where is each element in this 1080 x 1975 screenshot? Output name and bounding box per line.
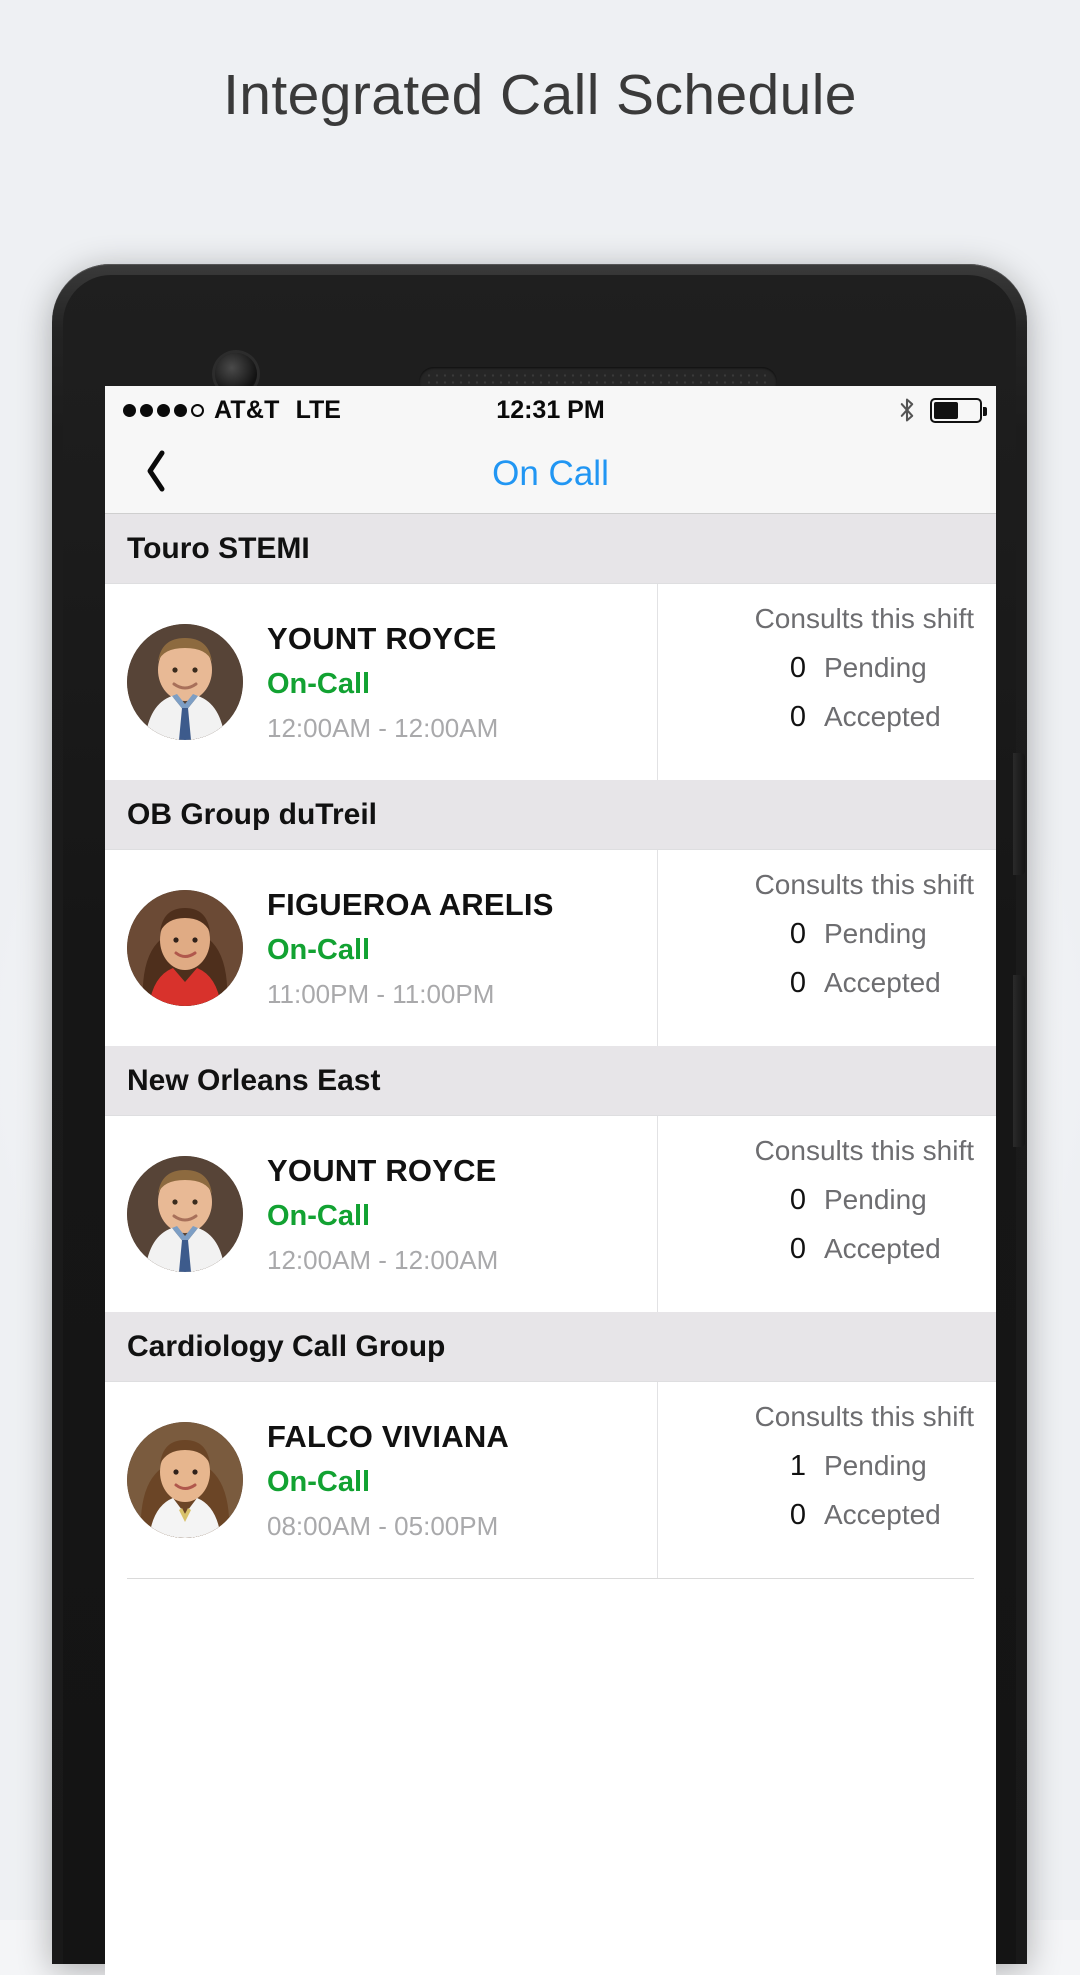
- accepted-count: 0: [789, 1232, 806, 1265]
- on-call-row[interactable]: FIGUEROA ARELIS On-Call 11:00PM - 11:00P…: [105, 850, 996, 1046]
- pending-count: 0: [789, 917, 806, 950]
- page-heading: On Call: [492, 453, 609, 493]
- list-empty-area: [105, 1579, 996, 1759]
- status-bar-right: [898, 397, 987, 423]
- consults-panel: Consults this shift 0 Pending 0 Accepted: [657, 1116, 996, 1312]
- provider-name: YOUNT ROYCE: [267, 620, 497, 656]
- shift-time: 12:00AM - 12:00AM: [267, 1245, 499, 1276]
- provider-details: YOUNT ROYCE On-Call 12:00AM - 12:00AM: [267, 1152, 498, 1277]
- accepted-stat: 0 Accepted: [658, 1233, 974, 1266]
- accepted-stat: 0 Accepted: [658, 701, 974, 734]
- pending-label: Pending: [824, 917, 927, 949]
- status-badge: On-Call: [267, 1200, 371, 1233]
- bluetooth-icon: [898, 397, 916, 423]
- shift-time: 12:00AM - 12:00AM: [267, 713, 499, 744]
- provider-name: FIGUEROA ARELIS: [267, 886, 554, 922]
- pending-count: 0: [789, 651, 806, 684]
- avatar: [127, 1422, 243, 1538]
- shift-time: 08:00AM - 05:00PM: [267, 1511, 499, 1542]
- consults-panel: Consults this shift 0 Pending 0 Accepted: [657, 850, 996, 1046]
- accepted-count: 0: [789, 1498, 806, 1531]
- provider-details: FIGUEROA ARELIS On-Call 11:00PM - 11:00P…: [267, 886, 554, 1011]
- battery-icon: [930, 397, 987, 423]
- phone-bezel: AT&T LTE 12:31 PM On Call Touro STEMI YO…: [63, 275, 1025, 1975]
- accepted-label: Accepted: [824, 700, 941, 732]
- status-bar-clock: 12:31 PM: [496, 395, 605, 424]
- provider-details: YOUNT ROYCE On-Call 12:00AM - 12:00AM: [267, 620, 498, 745]
- pending-count: 1: [789, 1449, 806, 1482]
- consults-title: Consults this shift: [754, 1135, 974, 1166]
- accepted-label: Accepted: [824, 1232, 941, 1264]
- accepted-count: 0: [789, 700, 806, 733]
- consults-title: Consults this shift: [754, 603, 974, 634]
- section-header: Cardiology Call Group: [105, 1312, 996, 1382]
- section-header: Touro STEMI: [105, 514, 996, 584]
- status-bar: AT&T LTE 12:31 PM: [105, 386, 996, 434]
- provider-details: FALCO VIVIANA On-Call 08:00AM - 05:00PM: [267, 1418, 509, 1543]
- pending-label: Pending: [824, 1183, 927, 1215]
- volume-up-button[interactable]: [1013, 753, 1025, 875]
- provider-name: YOUNT ROYCE: [267, 1152, 497, 1188]
- on-call-row[interactable]: FALCO VIVIANA On-Call 08:00AM - 05:00PM …: [105, 1382, 996, 1578]
- provider-info: FIGUEROA ARELIS On-Call 11:00PM - 11:00P…: [105, 850, 657, 1046]
- accepted-stat: 0 Accepted: [658, 1499, 974, 1532]
- status-badge: On-Call: [267, 668, 371, 701]
- on-call-row[interactable]: YOUNT ROYCE On-Call 12:00AM - 12:00AM Co…: [105, 584, 996, 780]
- section-header: New Orleans East: [105, 1046, 996, 1116]
- avatar: [127, 1156, 243, 1272]
- provider-info: YOUNT ROYCE On-Call 12:00AM - 12:00AM: [105, 584, 657, 780]
- consults-title: Consults this shift: [754, 1401, 974, 1432]
- accepted-count: 0: [789, 966, 806, 999]
- pending-stat: 0 Pending: [658, 652, 974, 685]
- phone-device-frame: AT&T LTE 12:31 PM On Call Touro STEMI YO…: [52, 264, 1027, 1975]
- pending-count: 0: [789, 1183, 806, 1216]
- provider-info: FALCO VIVIANA On-Call 08:00AM - 05:00PM: [105, 1382, 657, 1578]
- provider-name: FALCO VIVIANA: [267, 1418, 510, 1454]
- pending-stat: 0 Pending: [658, 918, 974, 951]
- page-title: Integrated Call Schedule: [223, 63, 857, 127]
- pending-label: Pending: [824, 1449, 927, 1481]
- shift-time: 11:00PM - 11:00PM: [267, 979, 495, 1010]
- consults-panel: Consults this shift 0 Pending 0 Accepted: [657, 584, 996, 780]
- section-header: OB Group duTreil: [105, 780, 996, 850]
- navigation-bar: On Call: [105, 434, 996, 514]
- on-call-row[interactable]: YOUNT ROYCE On-Call 12:00AM - 12:00AM Co…: [105, 1116, 996, 1312]
- pending-label: Pending: [824, 651, 927, 683]
- provider-info: YOUNT ROYCE On-Call 12:00AM - 12:00AM: [105, 1116, 657, 1312]
- avatar: [127, 890, 243, 1006]
- on-call-list: Touro STEMI YOUNT ROYCE On-Call 12:00AM …: [105, 514, 996, 1759]
- phone-screen: AT&T LTE 12:31 PM On Call Touro STEMI YO…: [105, 386, 996, 1975]
- accepted-stat: 0 Accepted: [658, 967, 974, 1000]
- pending-stat: 0 Pending: [658, 1184, 974, 1217]
- accepted-label: Accepted: [824, 966, 941, 998]
- consults-title: Consults this shift: [754, 869, 974, 900]
- status-badge: On-Call: [267, 934, 371, 967]
- status-badge: On-Call: [267, 1466, 371, 1499]
- consults-panel: Consults this shift 1 Pending 0 Accepted: [657, 1382, 996, 1578]
- pending-stat: 1 Pending: [658, 1450, 974, 1483]
- power-button[interactable]: [1013, 975, 1025, 1147]
- accepted-label: Accepted: [824, 1498, 941, 1530]
- avatar: [127, 624, 243, 740]
